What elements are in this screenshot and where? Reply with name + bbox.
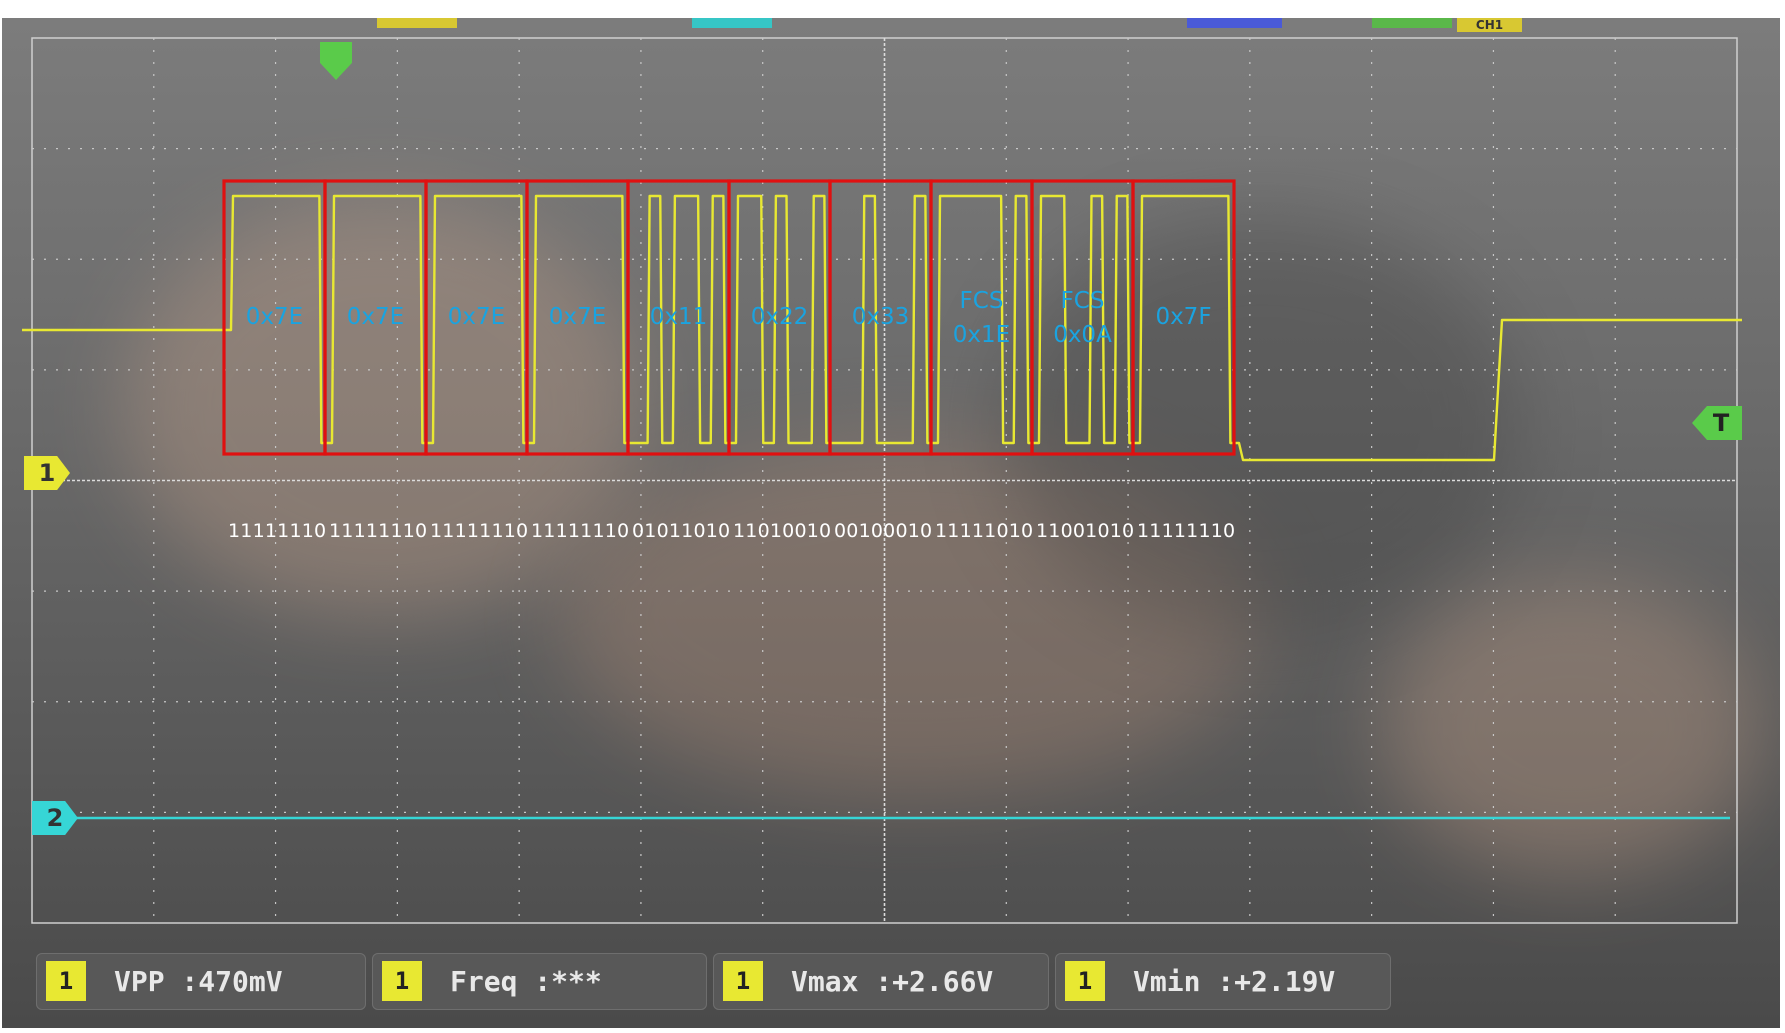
channel-badge: 1 [46,961,86,1001]
frame-label: 0x33 [831,300,931,334]
measurement-vmin: 1 Vmin :+2.19V [1055,953,1391,1010]
frame-bits: 11010010 [733,520,832,542]
measurement-vmax: 1 Vmax :+2.66V [713,953,1049,1010]
frame-bits: 11001010 [1036,520,1135,542]
frame-label-line: 0x7F [1155,304,1212,330]
channel-badge: 1 [382,961,422,1001]
frame-label: 0x11 [629,300,729,334]
channel-badge: 1 [1065,961,1105,1001]
frame-bits: 11111110 [430,520,529,542]
measurement-text: VPP :470mV [114,965,283,998]
frame-bits: 11111110 [329,520,428,542]
frame-label-line: 0x7E [548,304,607,330]
frame-label-line: 0x7E [346,304,405,330]
frame-label-line: 0x7E [447,304,506,330]
frame-label-line: FCS [959,288,1004,314]
frame-label: 0x7E [427,300,527,334]
frame-label-line: FCS [1060,288,1105,314]
frame-label: 0x22 [730,300,830,334]
frame-bits: 11111110 [1137,520,1236,542]
channel-badge: 1 [723,961,763,1001]
measurement-vpp: 1 VPP :470mV [36,953,366,1010]
frame-label-line: 0x33 [851,304,910,330]
frame-label: FCS 0x0A [1033,284,1133,352]
frame-bits: 11111010 [935,520,1034,542]
oscilloscope-screen: CH1 0x7E 0x7E 0x7E 0x7E 0x11 0x22 0x33 FCS 0x1E F… [2,18,1780,1028]
measurement-text: Vmax :+2.66V [791,965,994,998]
frame-label: FCS 0x1E [932,284,1032,352]
measurement-text: Freq :*** [450,965,602,998]
frame-bits: 00100010 [834,520,933,542]
measurement-text: Vmin :+2.19V [1133,965,1336,998]
frame-label-line: 0x7E [245,304,304,330]
frame-label-line: 0x0A [1053,322,1112,348]
frame-label-line: 0x1E [952,322,1011,348]
frame-label-line: 0x11 [649,304,708,330]
frame-label: 0x7E [326,300,426,334]
frame-label: 0x7F [1134,300,1234,334]
frame-bits: 11111110 [228,520,327,542]
frame-label: 0x7E [528,300,628,334]
frame-label-line: 0x22 [750,304,809,330]
frame-label: 0x7E [225,300,325,334]
frame-bits: 11111110 [531,520,630,542]
measurement-freq: 1 Freq :*** [372,953,707,1010]
frame-bits: 01011010 [632,520,731,542]
